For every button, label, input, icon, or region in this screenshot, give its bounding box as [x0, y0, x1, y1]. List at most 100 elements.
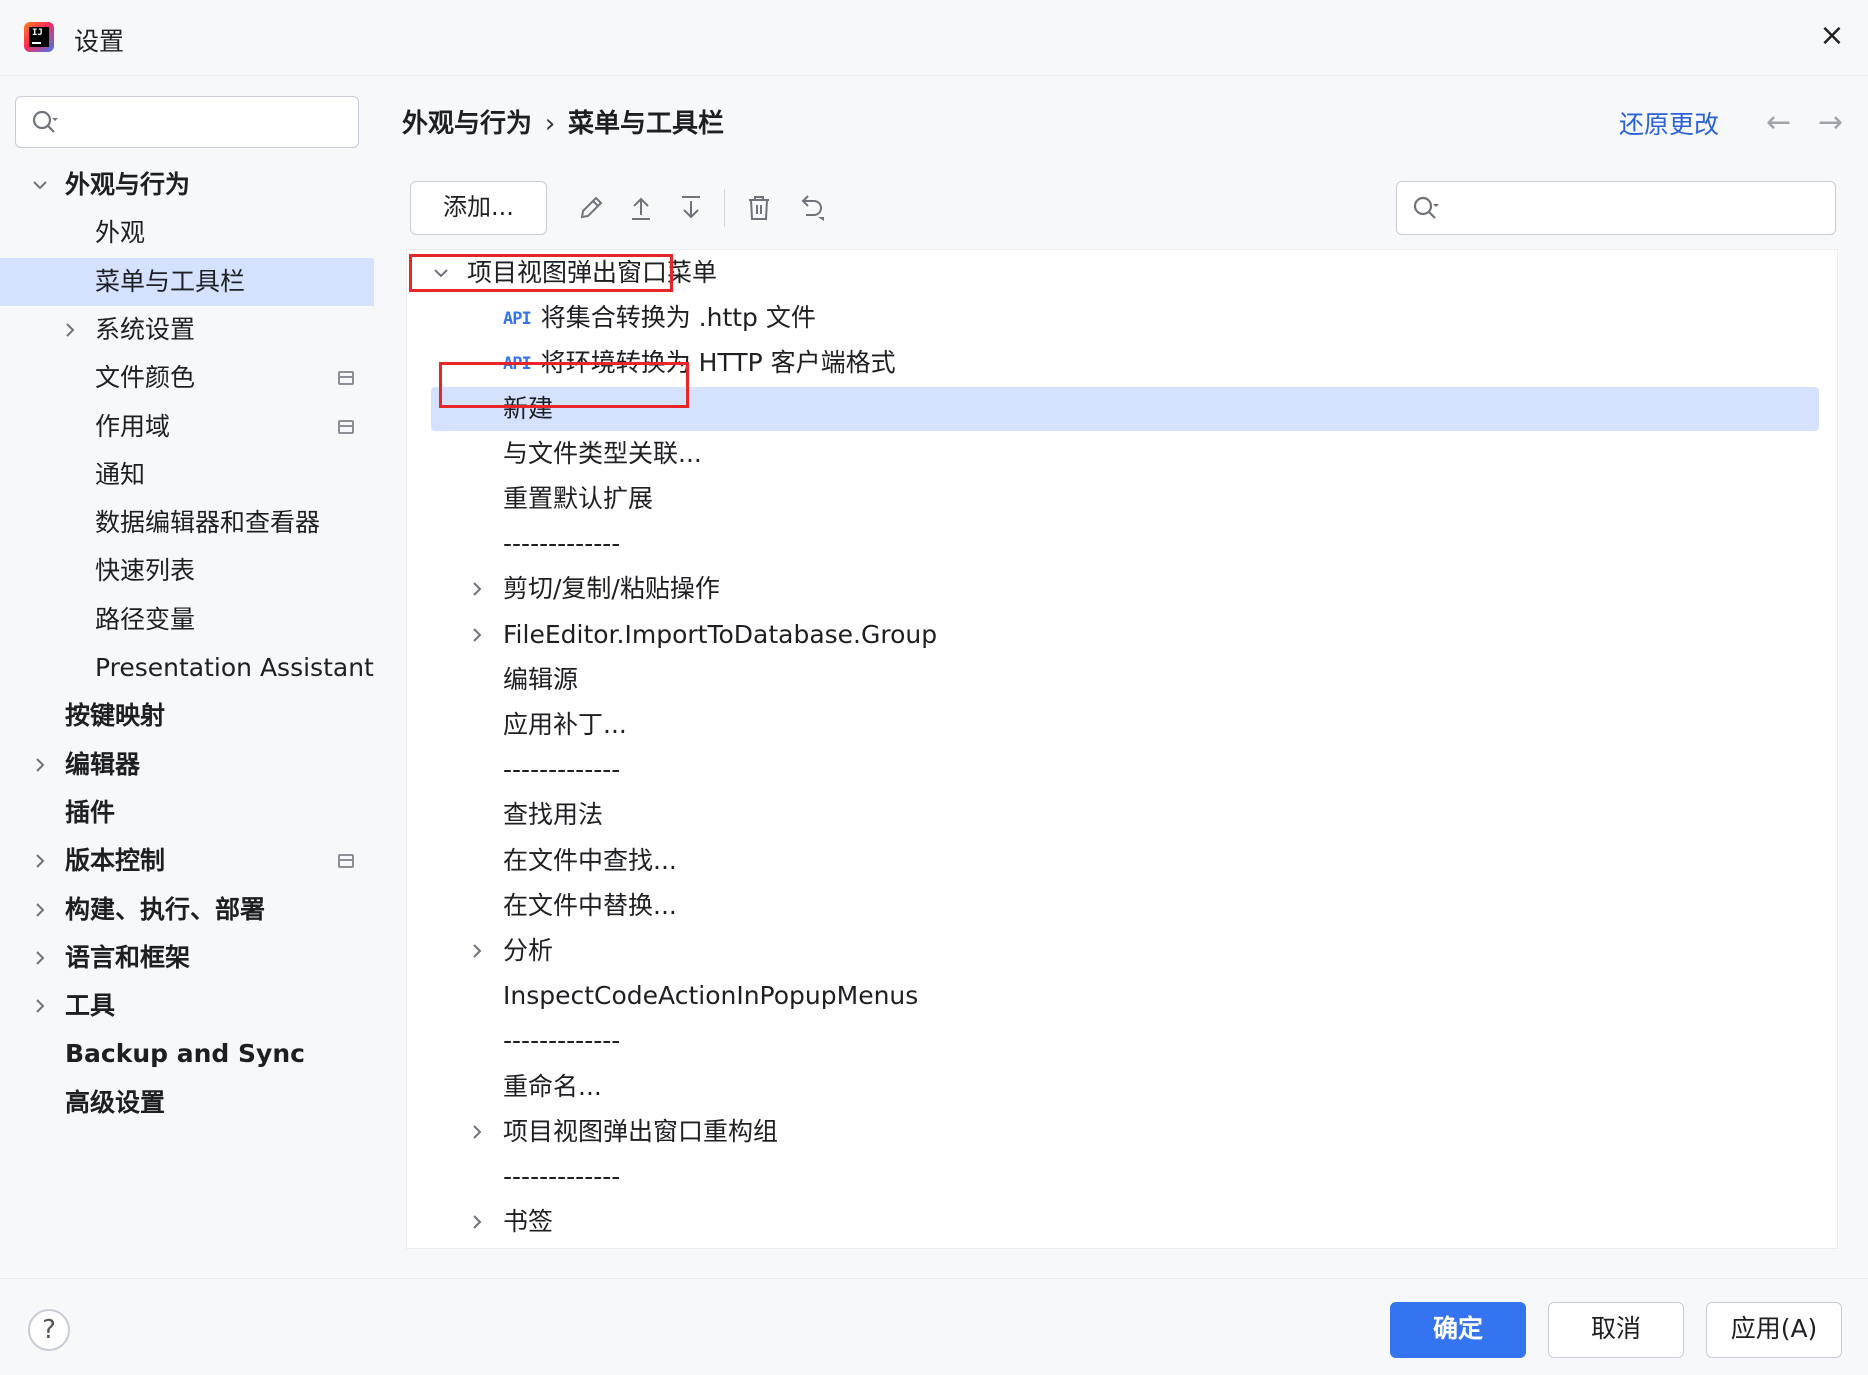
chevron-right-icon[interactable] — [467, 579, 487, 599]
sidebar-item[interactable]: 外观与行为 — [0, 161, 374, 209]
action-tree-row[interactable]: FileEditor.ImportToDatabase.Group — [407, 613, 1817, 657]
breadcrumb-item-parent[interactable]: 外观与行为 — [402, 109, 532, 139]
revert-changes-link[interactable]: 还原更改 — [1619, 105, 1719, 141]
sidebar-search-input[interactable] — [15, 96, 359, 148]
action-tree-row-content: 在文件中查找... — [503, 839, 677, 883]
action-tree-row[interactable]: 分析 — [407, 929, 1817, 973]
action-tree-row[interactable]: ------------- — [407, 1019, 1817, 1063]
chevron-right-icon[interactable] — [467, 941, 487, 961]
action-tree-row[interactable]: 剪切/复制/粘贴操作 — [407, 567, 1817, 611]
sidebar-item[interactable]: 工具 — [0, 982, 374, 1030]
project-level-icon — [338, 854, 354, 869]
sidebar-item[interactable]: 按键映射 — [0, 692, 374, 740]
action-tree-row-label: ------------- — [503, 755, 621, 785]
chevron-right-icon[interactable] — [30, 996, 50, 1016]
sidebar-item[interactable]: 路径变量 — [0, 596, 374, 644]
action-tree-row-content: 编辑源 — [503, 658, 578, 702]
edit-icon[interactable] — [574, 191, 608, 225]
action-tree-row[interactable]: 书签 — [407, 1200, 1817, 1244]
sidebar-item-label: 快速列表 — [95, 556, 196, 586]
action-tree-row-content: 剪切/复制/粘贴操作 — [503, 567, 720, 611]
sidebar-item-label: 作用域 — [95, 411, 171, 441]
action-tree-row-label: ------------- — [503, 1026, 621, 1056]
sidebar-item[interactable]: 作用域 — [0, 403, 374, 451]
chevron-right-icon[interactable] — [30, 900, 50, 920]
actions-search-input[interactable] — [1396, 181, 1836, 235]
sidebar-item[interactable]: Backup and Sync — [0, 1030, 374, 1078]
sidebar-item[interactable]: Presentation Assistant — [0, 644, 374, 692]
help-button[interactable]: ? — [28, 1309, 70, 1351]
sidebar-item[interactable]: 菜单与工具栏 — [0, 257, 374, 306]
action-tree-row[interactable]: 项目视图弹出窗口重构组 — [407, 1110, 1817, 1154]
action-tree-row-content: FileEditor.ImportToDatabase.Group — [503, 613, 937, 657]
move-down-icon[interactable] — [674, 191, 708, 225]
sidebar-item[interactable]: 系统设置 — [0, 306, 374, 354]
search-icon — [32, 110, 58, 133]
sidebar-item[interactable]: 通知 — [0, 451, 374, 499]
action-tree-row-content: ------------- — [503, 522, 620, 566]
action-tree-row-content: 书签 — [503, 1200, 553, 1244]
chevron-right-icon[interactable] — [467, 1212, 487, 1232]
action-tree-row-content: 在文件中替换... — [503, 884, 677, 928]
close-icon[interactable]: × — [1816, 20, 1848, 52]
restore-icon[interactable] — [794, 191, 828, 225]
action-tree-row[interactable]: 编辑源 — [407, 658, 1817, 702]
sidebar-item-label: 菜单与工具栏 — [95, 266, 246, 296]
sidebar-item-label: 编辑器 — [65, 749, 141, 779]
sidebar-item[interactable]: 插件 — [0, 789, 374, 837]
action-tree-row[interactable]: API 将集合转换为 .http 文件 — [407, 296, 1817, 340]
action-tree-row[interactable]: 重命名... — [407, 1065, 1817, 1109]
sidebar-item[interactable]: 数据编辑器和查看器 — [0, 499, 374, 547]
ok-button[interactable]: 确定 — [1390, 1302, 1526, 1358]
action-tree-row[interactable]: 与文件类型关联... — [407, 432, 1817, 476]
cancel-button[interactable]: 取消 — [1548, 1302, 1684, 1358]
action-tree-row[interactable]: ------------- — [407, 522, 1817, 566]
breadcrumb: 外观与行为 › 菜单与工具栏 — [402, 103, 724, 140]
action-tree-row-content: 与文件类型关联... — [503, 432, 702, 476]
back-arrow-icon[interactable]: ← — [1766, 105, 1791, 140]
delete-icon[interactable] — [742, 191, 776, 225]
sidebar-item-label: Backup and Sync — [65, 1039, 305, 1069]
action-tree-row-label: FileEditor.ImportToDatabase.Group — [503, 619, 938, 649]
chevron-right-icon[interactable] — [30, 851, 50, 871]
sidebar-item-label: 路径变量 — [95, 604, 196, 634]
project-level-icon — [338, 371, 354, 386]
action-tree-row-content: 分析 — [503, 929, 553, 973]
sidebar-item[interactable]: 编辑器 — [0, 741, 374, 789]
sidebar-item-label: 通知 — [95, 459, 146, 489]
chevron-right-icon[interactable] — [467, 625, 487, 645]
chevron-right-icon[interactable] — [467, 1122, 487, 1142]
chevron-right-icon[interactable] — [30, 755, 50, 775]
chevron-right-icon[interactable] — [30, 948, 50, 968]
apply-button[interactable]: 应用(A) — [1706, 1302, 1842, 1358]
action-tree-row[interactable]: 在文件中替换... — [407, 884, 1817, 928]
action-tree-row[interactable]: InspectCodeActionInPopupMenus — [407, 974, 1817, 1018]
action-tree-row[interactable]: ------------- — [407, 748, 1817, 792]
window-title: 设置 — [74, 27, 125, 56]
sidebar-item-label: 系统设置 — [95, 314, 196, 344]
sidebar-item-label: 插件 — [65, 797, 116, 827]
action-tree-row-content: API 将集合转换为 .http 文件 — [503, 296, 816, 341]
action-tree-row[interactable]: 应用补丁... — [407, 703, 1817, 747]
sidebar-item[interactable]: 外观 — [0, 209, 374, 257]
action-tree-row-label: 在文件中查找... — [503, 845, 677, 875]
action-tree-row-content: ------------- — [503, 1019, 620, 1063]
action-tree-row-label: ------------- — [503, 529, 621, 559]
chevron-right-icon[interactable] — [60, 320, 80, 340]
search-icon — [1413, 196, 1439, 219]
action-tree-row[interactable]: 在文件中查找... — [407, 839, 1817, 883]
sidebar-item[interactable]: 语言和框架 — [0, 934, 374, 982]
sidebar-item[interactable]: 高级设置 — [0, 1079, 374, 1127]
sidebar-item[interactable]: 构建、执行、部署 — [0, 886, 374, 934]
move-up-icon[interactable] — [624, 191, 658, 225]
action-tree-row[interactable]: ------------- — [407, 1155, 1817, 1199]
sidebar-item[interactable]: 快速列表 — [0, 547, 374, 595]
chevron-down-icon[interactable] — [30, 175, 50, 195]
action-tree-row[interactable]: 查找用法 — [407, 793, 1817, 837]
sidebar-item[interactable]: 版本控制 — [0, 837, 374, 885]
add-button[interactable]: 添加... — [410, 181, 547, 235]
action-tree-row[interactable]: 重置默认扩展 — [407, 477, 1817, 521]
forward-arrow-icon[interactable]: → — [1818, 105, 1843, 140]
title-bar: IJ 设置 × — [0, 0, 1868, 76]
sidebar-item[interactable]: 文件颜色 — [0, 354, 374, 402]
